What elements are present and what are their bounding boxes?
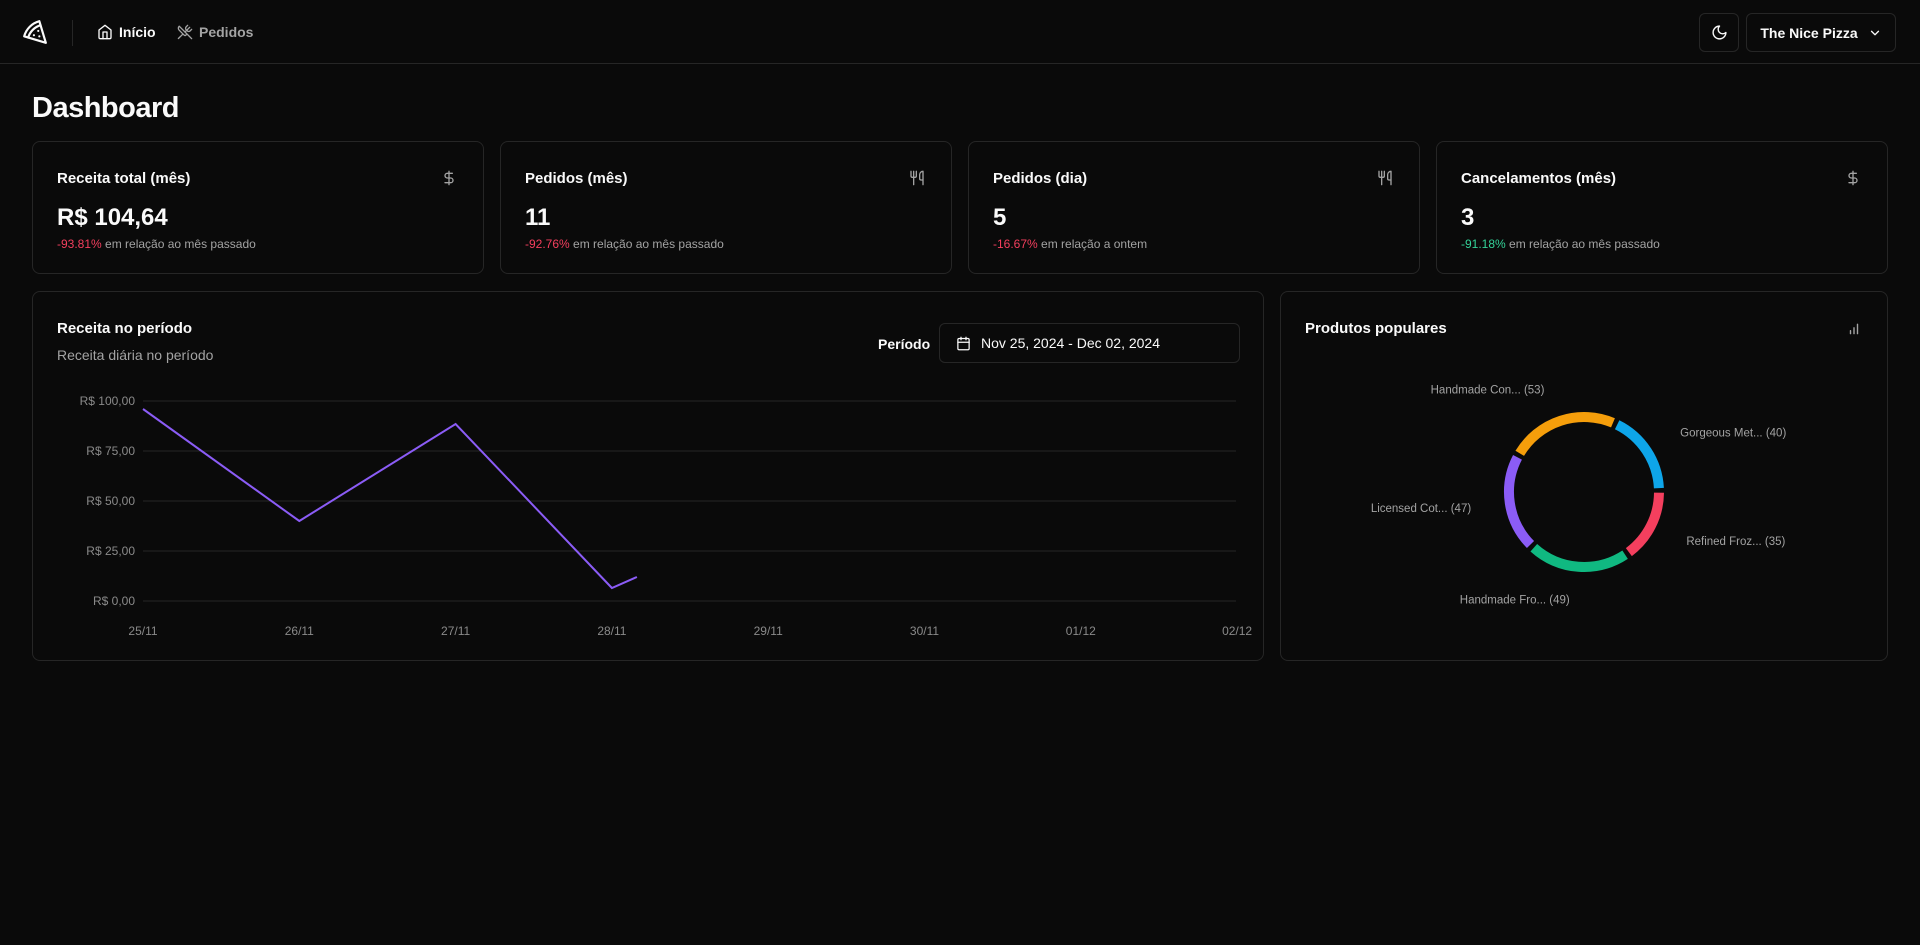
utensils-icon — [910, 170, 924, 186]
stat-value: 5 — [993, 204, 1007, 231]
store-name: The Nice Pizza — [1760, 24, 1858, 41]
revenue-series-line — [142, 408, 638, 590]
stat-change-text: -92.76% em relação ao mês passado — [525, 237, 724, 251]
donut-slice-label: Licensed Cot... (47) — [1371, 503, 1472, 515]
moon-icon — [1711, 25, 1727, 40]
nav-home-label: Início — [119, 24, 156, 40]
stat-value: 11 — [525, 204, 551, 231]
date-range-value: Nov 25, 2024 - Dec 02, 2024 — [981, 335, 1161, 351]
stat-change-value: -93.81% — [57, 237, 102, 251]
donut-slice[interactable] — [1625, 492, 1664, 557]
donut-slice[interactable] — [1530, 543, 1628, 572]
nav-link-home[interactable]: Início — [97, 22, 156, 42]
stat-value: 3 — [1461, 204, 1475, 231]
dollar-sign-icon — [444, 170, 454, 186]
stat-title: Pedidos (mês) — [525, 170, 628, 187]
utensils-crossed-icon — [177, 24, 193, 40]
x-tick-label: 25/11 — [128, 624, 157, 638]
stat-change-suffix: em relação ao mês passado — [573, 237, 724, 251]
page-title: Dashboard — [32, 92, 179, 124]
x-tick-label: 29/11 — [754, 624, 783, 638]
stat-title: Pedidos (dia) — [993, 170, 1088, 187]
donut-slice-label: Handmade Fro... (49) — [1460, 595, 1570, 607]
popular-products-card: Produtos populares Handmade Con... (53) G… — [1280, 291, 1888, 661]
stat-value: R$ 104,64 — [57, 204, 168, 231]
revenue-chart-title: Receita no período — [57, 320, 193, 337]
donut-slice-label: Gorgeous Met... (40) — [1680, 428, 1786, 440]
donut-slice[interactable] — [1614, 420, 1664, 489]
stat-change-suffix: em relação ao mês passado — [105, 237, 256, 251]
dollar-sign-icon — [1848, 170, 1858, 186]
nav-link-orders[interactable]: Pedidos — [177, 22, 253, 42]
period-label: Período — [878, 336, 931, 352]
theme-toggle-button[interactable] — [1699, 13, 1739, 52]
stat-card-revenue-month: Receita total (mês) R$ 104,64 -93.81% em… — [32, 141, 484, 274]
stat-change-value: -91.18% — [1461, 237, 1506, 251]
stat-title: Cancelamentos (mês) — [1461, 170, 1617, 187]
stat-change-text: -93.81% em relação ao mês passado — [57, 237, 256, 251]
x-tick-label: 02/12 — [1222, 624, 1252, 638]
revenue-chart-description: Receita diária no período — [57, 347, 214, 363]
date-range-picker[interactable]: Nov 25, 2024 - Dec 02, 2024 — [939, 323, 1240, 363]
calendar-icon — [957, 336, 970, 350]
store-menu-button[interactable]: The Nice Pizza — [1746, 13, 1896, 52]
header-divider — [72, 20, 73, 46]
x-tick-label: 01/12 — [1066, 624, 1096, 638]
stat-card-orders-day: Pedidos (dia) 5 -16.67% em relação a ont… — [968, 141, 1420, 274]
utensils-icon — [1378, 170, 1392, 186]
donut-slice-label: Handmade Con... (53) — [1431, 384, 1545, 396]
chevron-down-icon — [1870, 30, 1879, 35]
stat-card-cancellations-month: Cancelamentos (mês) 3 -91.18% em relação… — [1436, 141, 1888, 274]
y-tick-label: R$ 25,00 — [86, 544, 135, 558]
donut-slice-label: Refined Froz... (35) — [1686, 536, 1785, 548]
stat-change-suffix: em relação a ontem — [1041, 237, 1148, 251]
revenue-chart-card: Receita no período Receita diária no per… — [32, 291, 1264, 661]
x-tick-label: 30/11 — [910, 624, 939, 638]
donut-slice[interactable] — [1504, 455, 1535, 549]
top-navbar: Início Pedidos The Nice Pizza — [0, 0, 1920, 64]
stat-title: Receita total (mês) — [57, 170, 191, 187]
stat-change-value: -92.76% — [525, 237, 570, 251]
popular-products-donut-chart: Handmade Con... (53) Gorgeous Met... (40)… — [1371, 384, 1787, 607]
y-tick-label: R$ 75,00 — [86, 444, 135, 458]
stat-card-orders-month: Pedidos (mês) 11 -92.76% em relação ao m… — [500, 141, 952, 274]
nav-orders-label: Pedidos — [199, 24, 254, 40]
stat-change-text: -16.67% em relação a ontem — [993, 237, 1147, 251]
y-tick-label: R$ 50,00 — [86, 494, 135, 508]
x-tick-label: 26/11 — [285, 624, 314, 638]
donut-slice[interactable] — [1515, 412, 1615, 457]
home-icon — [98, 24, 112, 40]
x-tick-label: 27/11 — [441, 624, 470, 638]
pizza-logo-icon[interactable] — [22, 19, 48, 45]
stat-change-value: -16.67% — [993, 237, 1038, 251]
stat-change-suffix: em relação ao mês passado — [1509, 237, 1660, 251]
y-tick-label: R$ 0,00 — [93, 594, 135, 608]
stat-change-text: -91.18% em relação ao mês passado — [1461, 237, 1660, 251]
y-tick-label: R$ 100,00 — [80, 394, 136, 408]
x-tick-label: 28/11 — [597, 624, 626, 638]
